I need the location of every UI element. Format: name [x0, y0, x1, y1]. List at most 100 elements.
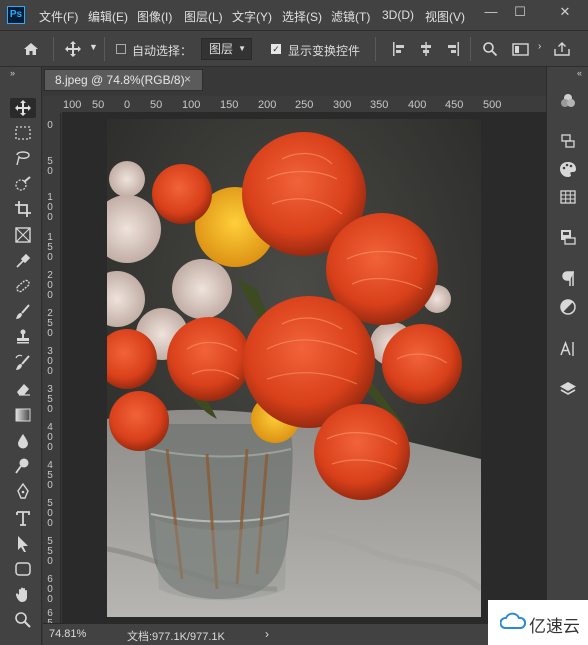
ruler-tick: 1 5 0 [47, 232, 53, 263]
libraries-panel-button[interactable] [556, 227, 580, 247]
cloud-logo-icon [500, 612, 526, 629]
eraser-tool[interactable] [10, 379, 36, 399]
type-tool[interactable] [10, 508, 36, 528]
document-tab[interactable]: 8.jpeg @ 74.8%(RGB/8) [44, 69, 203, 91]
contrast-circle-icon [560, 299, 576, 315]
vertical-ruler[interactable]: 0 5 0 1 0 0 1 5 0 2 0 0 2 5 0 3 0 0 3 5 … [43, 113, 61, 639]
hand-tool[interactable] [10, 585, 36, 605]
menu-filter[interactable]: 滤镜(T) [331, 8, 370, 25]
collapse-arrows-icon[interactable]: » [10, 68, 15, 78]
move-tool-preset-button[interactable] [64, 40, 82, 58]
ruler-tick: 0 [47, 120, 53, 131]
menu-view[interactable]: 视图(V) [425, 8, 465, 25]
ruler-tick: 300 [333, 99, 352, 111]
color-panel-button[interactable] [556, 91, 580, 111]
pilcrow-icon [562, 271, 574, 286]
frame-tool[interactable] [10, 225, 36, 245]
dodge-tool[interactable] [10, 456, 36, 476]
history-icon [561, 134, 575, 148]
document-size-info[interactable]: 文档:977.1K/977.1K [127, 628, 225, 644]
show-transform-checkbox[interactable]: ✓ [271, 44, 281, 54]
move-tool[interactable] [10, 98, 36, 118]
history-panel-button[interactable] [556, 131, 580, 151]
crop-tool[interactable] [10, 199, 36, 219]
horizontal-ruler[interactable]: 100 50 0 50 100 150 200 250 300 350 400 … [62, 96, 546, 113]
brush-tool[interactable] [10, 302, 36, 322]
home-icon [24, 43, 38, 55]
menu-select[interactable]: 选择(S) [282, 8, 322, 25]
ruler-tick: 150 [220, 99, 239, 111]
search-button[interactable] [482, 41, 498, 62]
chevron-down-icon[interactable]: ▼ [89, 42, 98, 52]
share-button[interactable] [553, 41, 571, 62]
zoom-level[interactable]: 74.81% [49, 628, 86, 640]
ruler-tick: 50 [92, 99, 105, 111]
lasso-tool[interactable] [10, 148, 36, 168]
paragraph-panel-button[interactable] [556, 269, 580, 289]
ruler-tick: 500 [483, 99, 502, 111]
photoshop-logo: Ps [7, 6, 25, 24]
quick-selection-tool[interactable] [10, 174, 36, 194]
ruler-tick: 3 0 0 [47, 346, 53, 377]
expand-arrows-icon[interactable]: « [577, 68, 582, 78]
path-selection-tool[interactable] [10, 534, 36, 554]
tab-close-button[interactable]: × [184, 72, 191, 86]
auto-select-label: 自动选择： [132, 44, 193, 58]
libraries-icon [561, 230, 576, 245]
workspace-icon [512, 43, 529, 56]
zoom-tool[interactable] [10, 610, 36, 630]
clone-stamp-tool[interactable] [10, 327, 36, 347]
maximize-button[interactable]: ☐ [510, 4, 530, 20]
adjustments-panel-button[interactable] [556, 159, 580, 179]
ruler-tick: 6 0 0 [47, 574, 53, 605]
chevron-down-icon[interactable]: › [538, 41, 541, 52]
stamp-icon [17, 329, 29, 344]
menu-3d[interactable]: 3D(D) [382, 8, 414, 22]
styles-panel-button[interactable] [556, 297, 580, 317]
options-bar: ▼ 自动选择： 图层 ▼ ✓ 显示变换控件 › [0, 30, 588, 67]
type-icon [16, 511, 30, 526]
blur-tool[interactable] [10, 431, 36, 451]
chevron-right-icon[interactable]: › [265, 627, 269, 641]
gradient-tool[interactable] [10, 405, 36, 425]
home-button[interactable] [20, 40, 42, 58]
auto-select-target-select[interactable]: 图层 ▼ [201, 38, 252, 60]
align-left-icon [393, 42, 404, 56]
grid-icon [560, 190, 576, 204]
history-brush-tool[interactable] [10, 353, 36, 373]
rect-marquee-icon [15, 126, 31, 140]
share-icon [554, 42, 570, 56]
shape-tool[interactable] [10, 559, 36, 579]
menu-edit[interactable]: 编辑(E) [88, 8, 128, 25]
menu-layer[interactable]: 图层(L) [184, 8, 223, 25]
panels-dock: « [546, 67, 588, 645]
drop-icon [18, 434, 28, 449]
layers-panel-button[interactable] [556, 379, 580, 399]
hand-icon [15, 587, 27, 602]
character-panel-button[interactable] [556, 339, 580, 359]
close-window-button[interactable]: ✕ [555, 4, 575, 20]
align-center-button[interactable] [418, 41, 434, 62]
pen-tool[interactable] [10, 482, 36, 502]
marquee-tool[interactable] [10, 123, 36, 143]
character-icon [560, 340, 574, 356]
ruler-tick: 250 [295, 99, 314, 111]
color-wheel-icon [561, 94, 575, 107]
healing-brush-tool[interactable] [10, 276, 36, 296]
eyedropper-tool[interactable] [10, 251, 36, 271]
rounded-rect-icon [15, 562, 31, 576]
menu-type[interactable]: 文字(Y) [232, 8, 272, 25]
minimize-button[interactable]: — [481, 4, 501, 20]
workspace-button[interactable] [512, 41, 530, 62]
frame-icon [15, 227, 31, 243]
ruler-tick: 2 0 0 [47, 270, 53, 301]
menu-file[interactable]: 文件(F) [39, 8, 78, 25]
menu-image[interactable]: 图像(I) [137, 8, 172, 25]
lasso-icon [16, 151, 30, 166]
align-left-button[interactable] [392, 41, 408, 62]
swatches-panel-button[interactable] [556, 187, 580, 207]
ruler-tick: 4 0 0 [47, 422, 53, 453]
document-canvas-image[interactable] [107, 119, 481, 617]
align-right-button[interactable] [444, 41, 460, 62]
auto-select-checkbox[interactable] [116, 44, 126, 54]
